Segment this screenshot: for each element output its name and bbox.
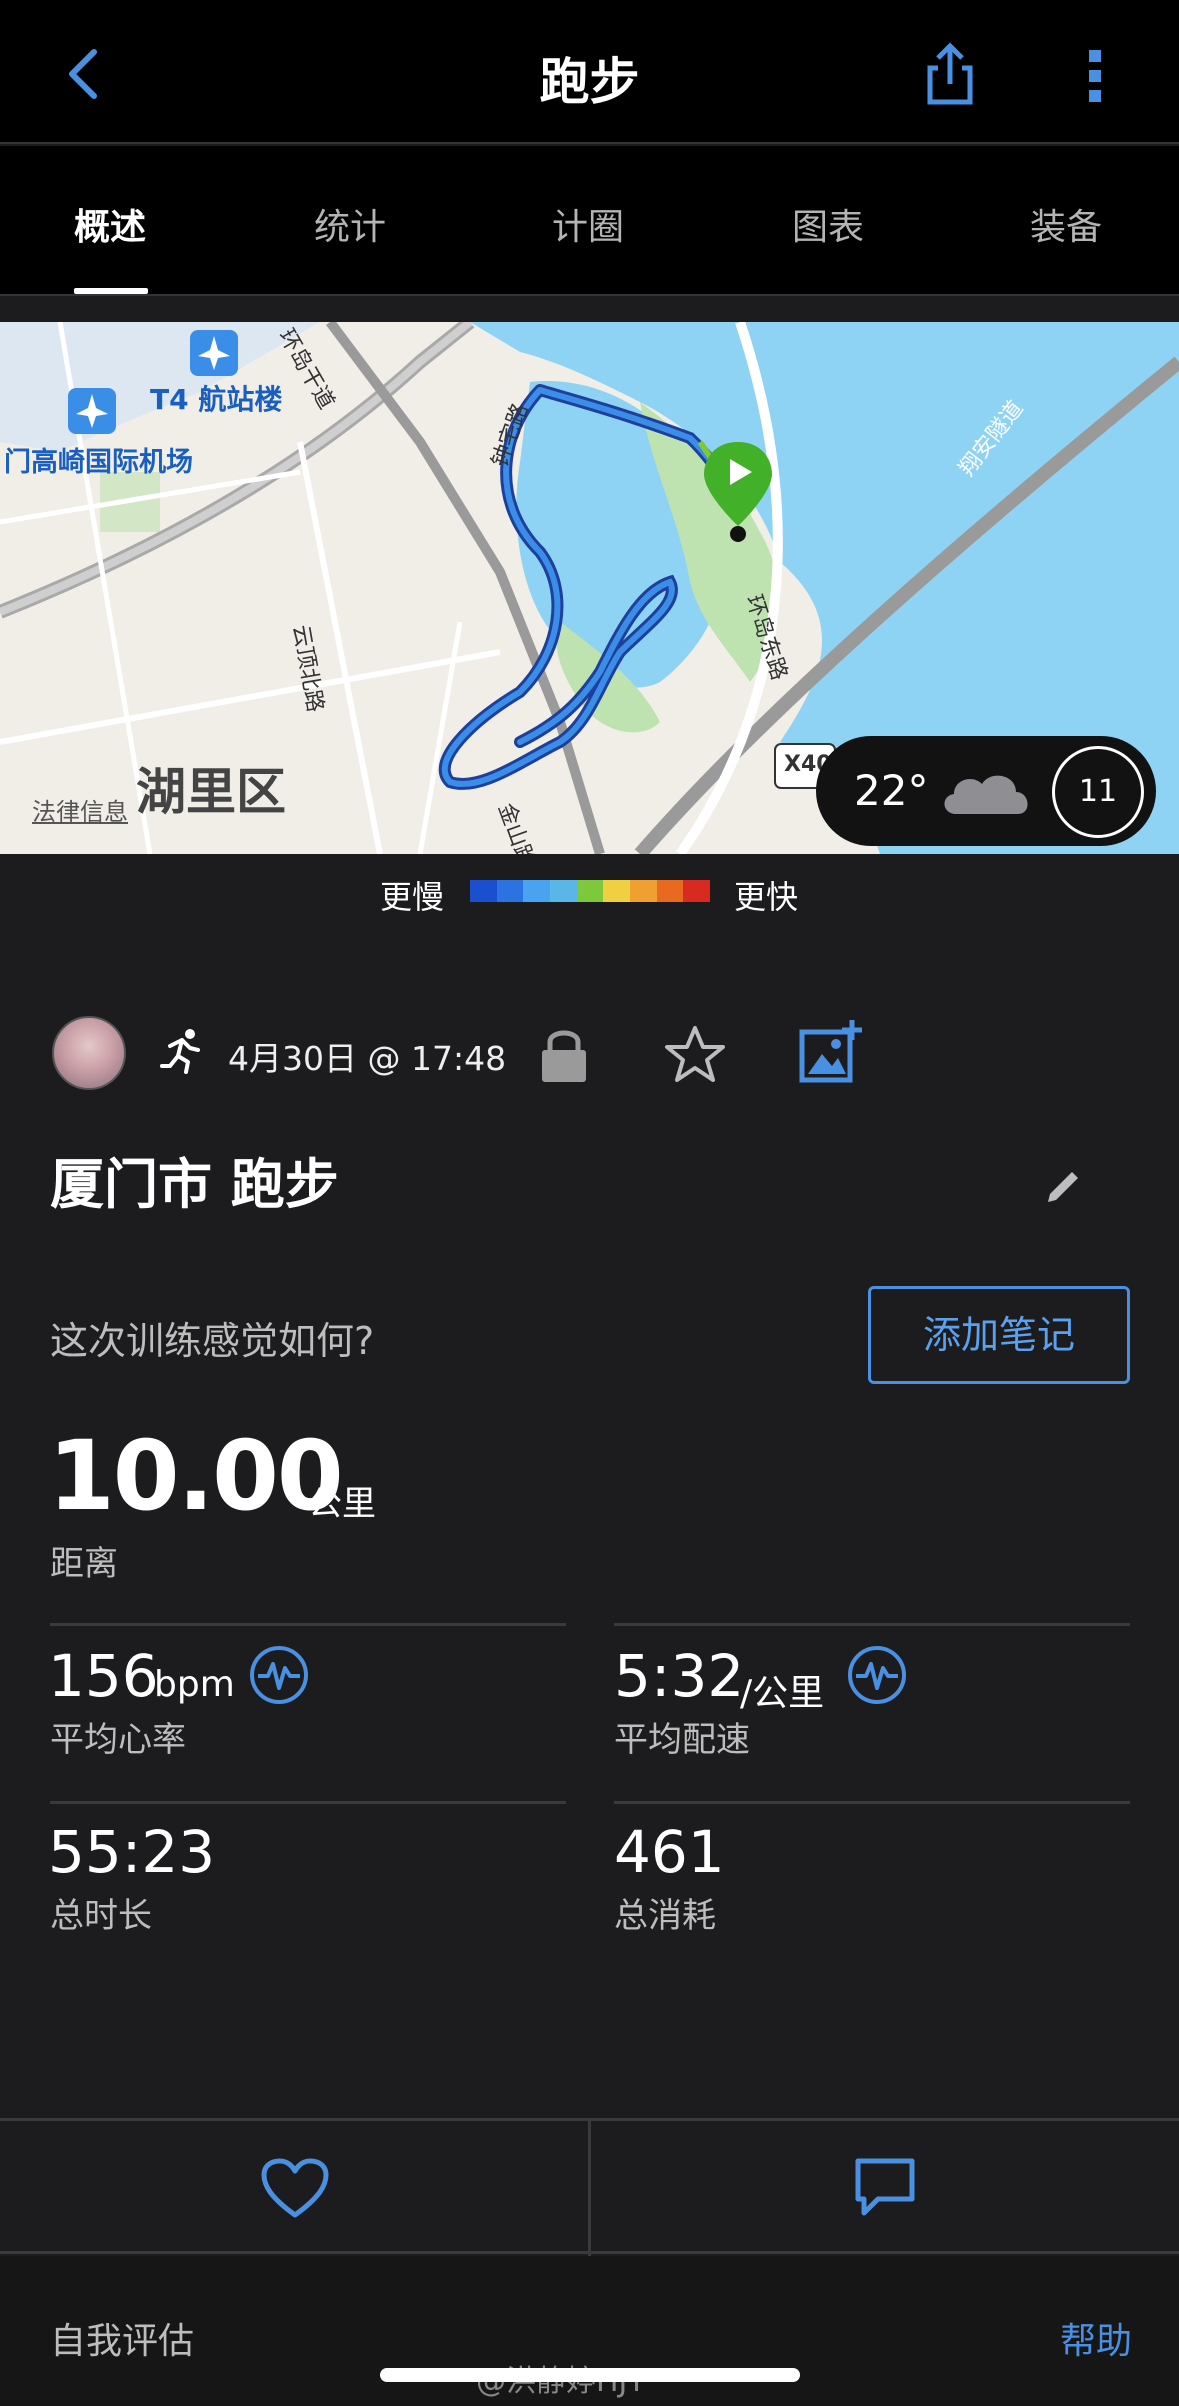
page-title: 跑步 — [539, 53, 640, 111]
avg-hr-value: 156 — [48, 1642, 159, 1710]
duration-value: 55:23 — [48, 1818, 216, 1886]
divider — [50, 1623, 566, 1626]
heart-rate-icon[interactable] — [248, 1644, 310, 1706]
duration-label: 总时长 — [50, 1896, 152, 1936]
distance-unit: 公里 — [308, 1484, 376, 1524]
active-tab-indicator — [74, 288, 148, 294]
pace-swatch — [630, 880, 657, 902]
like-button[interactable] — [260, 2157, 330, 2221]
social-action-bar — [0, 2118, 1179, 2257]
tab-laps[interactable]: 计圈 — [508, 198, 668, 250]
divider — [614, 1801, 1130, 1804]
self-evaluation-link[interactable]: 自我评估 — [50, 2312, 194, 2364]
pace-chart-icon[interactable] — [846, 1644, 908, 1706]
pace-color-bar — [470, 880, 711, 902]
tab-stats[interactable]: 统计 — [270, 198, 430, 250]
tab-bar: 概述 统计 计圈 图表 装备 — [0, 146, 1179, 296]
avg-pace-label: 平均配速 — [614, 1720, 750, 1760]
tab-gear[interactable]: 装备 — [986, 198, 1146, 250]
share-icon — [927, 42, 973, 105]
calories-value: 461 — [614, 1818, 725, 1886]
share-button[interactable] — [920, 38, 980, 108]
pace-swatch — [603, 880, 631, 902]
pencil-icon[interactable] — [1044, 1164, 1084, 1204]
activity-meta-row: 4月30日 @ 17:48 — [0, 1012, 1179, 1092]
comment-icon — [855, 2158, 915, 2216]
running-icon — [160, 1029, 200, 1074]
pace-swatch — [470, 880, 497, 902]
action-separator — [588, 2121, 591, 2257]
avg-pace-unit: /公里 — [740, 1673, 825, 1714]
pace-swatch — [496, 880, 524, 902]
home-indicator[interactable] — [380, 2368, 800, 2382]
tab-overview[interactable]: 概述 — [30, 198, 190, 250]
pace-legend: 更慢 更快 — [0, 866, 1179, 916]
add-note-button[interactable]: 添加笔记 — [868, 1286, 1130, 1384]
avg-hr-unit: bpm — [154, 1664, 235, 1705]
pace-swatch — [523, 880, 551, 902]
activity-title: 厦门市 跑步 — [50, 1153, 339, 1216]
lock-icon[interactable] — [536, 1024, 592, 1084]
map-label-district: 湖里区 — [136, 763, 286, 821]
add-photo-icon[interactable] — [798, 1018, 864, 1084]
top-bar: 跑步 — [0, 0, 1179, 144]
distance-value: 10.00 — [48, 1420, 344, 1532]
pace-slow-label: 更慢 — [380, 878, 445, 916]
pace-swatch — [683, 880, 711, 902]
map-label-airport: 门高崎国际机场 — [4, 447, 193, 478]
more-vertical-icon — [1089, 50, 1101, 102]
pace-fast-label: 更快 — [734, 878, 799, 916]
avg-pace-value: 5:32 — [614, 1642, 745, 1710]
pace-swatch — [576, 880, 604, 902]
calories-label: 总消耗 — [614, 1896, 716, 1936]
star-icon[interactable] — [664, 1024, 726, 1084]
more-options-button[interactable] — [1078, 40, 1112, 110]
avg-hr-label: 平均心率 — [50, 1720, 186, 1760]
pace-swatch — [550, 880, 577, 902]
comment-button[interactable] — [850, 2155, 920, 2219]
cloud-icon — [944, 775, 1028, 814]
feel-prompt: 这次训练感觉如何? — [50, 1319, 375, 1363]
avatar[interactable] — [52, 1016, 126, 1090]
tab-charts[interactable]: 图表 — [748, 198, 908, 250]
divider — [50, 1801, 566, 1804]
divider — [614, 1623, 1130, 1626]
temperature: 22° — [854, 766, 929, 815]
footer: 自我评估 帮助 @洪静婷HJT — [0, 2256, 1179, 2406]
legal-info-link[interactable]: 法律信息 — [32, 792, 128, 827]
activity-date: 4月30日 @ 17:48 — [228, 1039, 507, 1078]
distance-label: 距离 — [50, 1544, 118, 1584]
wind-indicator: 11 — [1052, 746, 1144, 838]
map-label-terminal: T4 航站楼 — [150, 383, 283, 416]
help-link[interactable]: 帮助 — [1060, 2312, 1132, 2364]
pace-swatch — [656, 880, 684, 902]
heart-icon — [261, 2158, 329, 2218]
weather-badge: 22° 11 — [816, 736, 1156, 846]
route-map[interactable]: T4 航站楼 门高崎国际机场 湖里区 法律信息 云顶北路 环岛东路 环岛干道 钟… — [0, 322, 1179, 854]
